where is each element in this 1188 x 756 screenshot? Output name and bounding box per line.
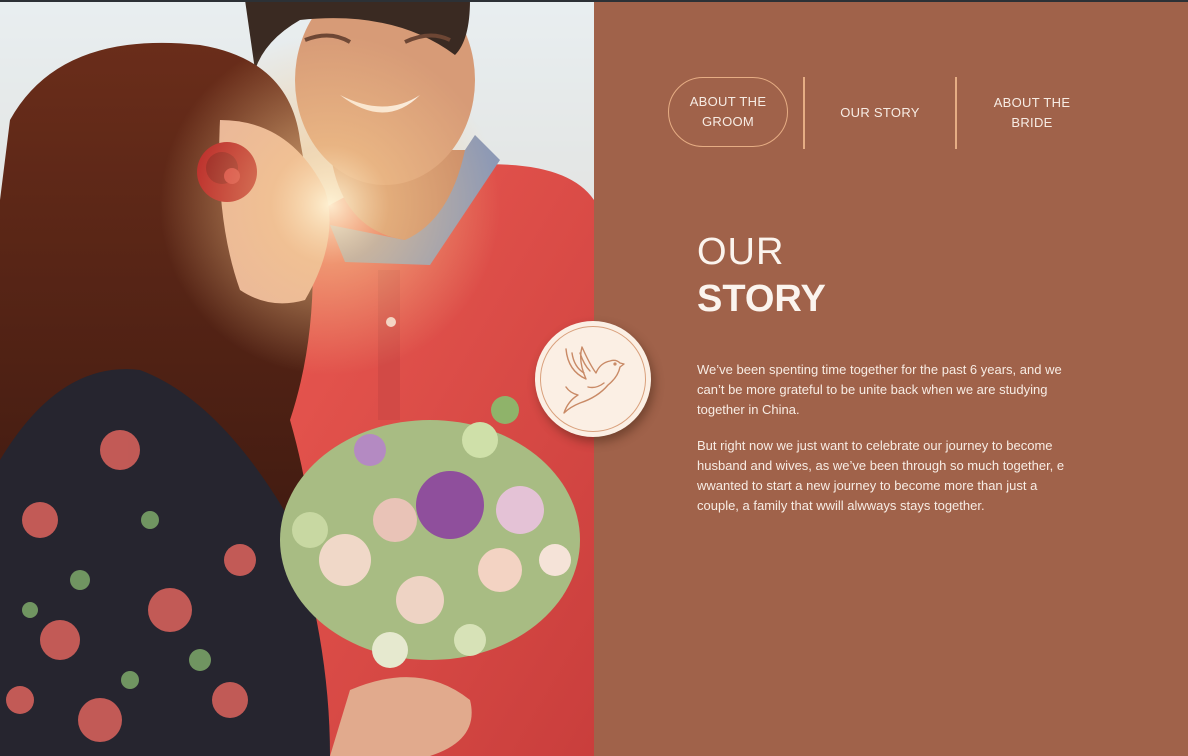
tab-label-line: GROOM: [701, 114, 755, 129]
title-line-2: STORY: [697, 278, 826, 320]
title-line-1: OUR: [697, 231, 785, 273]
tab-divider: [955, 77, 957, 149]
tab-our-story[interactable]: OUR STORY: [806, 77, 954, 149]
tab-divider: [803, 77, 805, 149]
dove-badge: [535, 321, 651, 437]
tab-label-line: BRIDE: [1011, 115, 1053, 130]
page-title: OUR STORY: [697, 230, 826, 321]
dove-icon: [563, 346, 625, 414]
couple-photo: [0, 0, 594, 756]
story-paragraph-2: But right now we just want to celebrate …: [697, 438, 1065, 513]
tab-label-line: ABOUT THE: [689, 94, 767, 109]
tab-label: OUR STORY: [840, 105, 920, 120]
top-border: [0, 0, 1188, 2]
story-paragraph-1: We’ve been spenting time together for th…: [697, 362, 1062, 417]
tab-about-the-groom[interactable]: ABOUT THE GROOM: [668, 77, 788, 147]
tab-about-the-bride[interactable]: ABOUT THE BRIDE: [958, 77, 1106, 149]
tab-label-line: ABOUT THE: [993, 95, 1071, 110]
story-text: We’ve been spenting time together for th…: [697, 360, 1069, 532]
